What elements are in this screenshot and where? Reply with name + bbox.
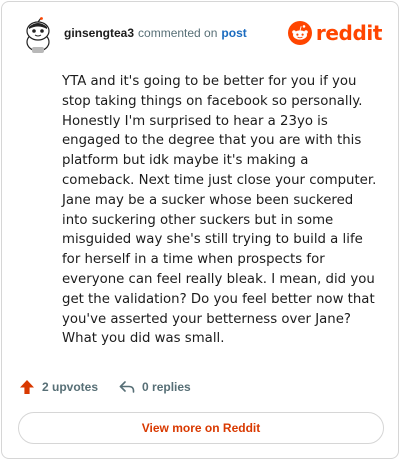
comment-body: YTA and it's going to be better for you … xyxy=(62,74,377,347)
reddit-wordmark: reddit xyxy=(315,21,382,45)
comment-actions: 2 upvotes 0 replies xyxy=(18,378,191,396)
action-text: commented on xyxy=(138,26,218,40)
comment-embed-card: ginsengtea3 commented on post reddit YTA… xyxy=(1,1,399,459)
upvotes-count: 2 upvotes xyxy=(42,380,99,394)
view-more-button[interactable]: View more on Reddit xyxy=(18,412,384,444)
avatar-icon[interactable] xyxy=(20,17,56,55)
reply-arrow-icon xyxy=(119,381,135,393)
upvote-arrow-icon xyxy=(20,380,34,394)
username-link[interactable]: ginsengtea3 xyxy=(64,26,134,40)
post-link[interactable]: post xyxy=(221,26,246,40)
upvote-button[interactable]: 2 upvotes xyxy=(18,378,98,396)
reddit-logo-icon xyxy=(287,21,312,45)
replies-button[interactable]: 0 replies xyxy=(118,378,191,396)
reddit-logo[interactable]: reddit xyxy=(287,21,382,45)
comment-meta: ginsengtea3 commented on post xyxy=(64,26,247,40)
replies-count: 0 replies xyxy=(142,380,191,394)
